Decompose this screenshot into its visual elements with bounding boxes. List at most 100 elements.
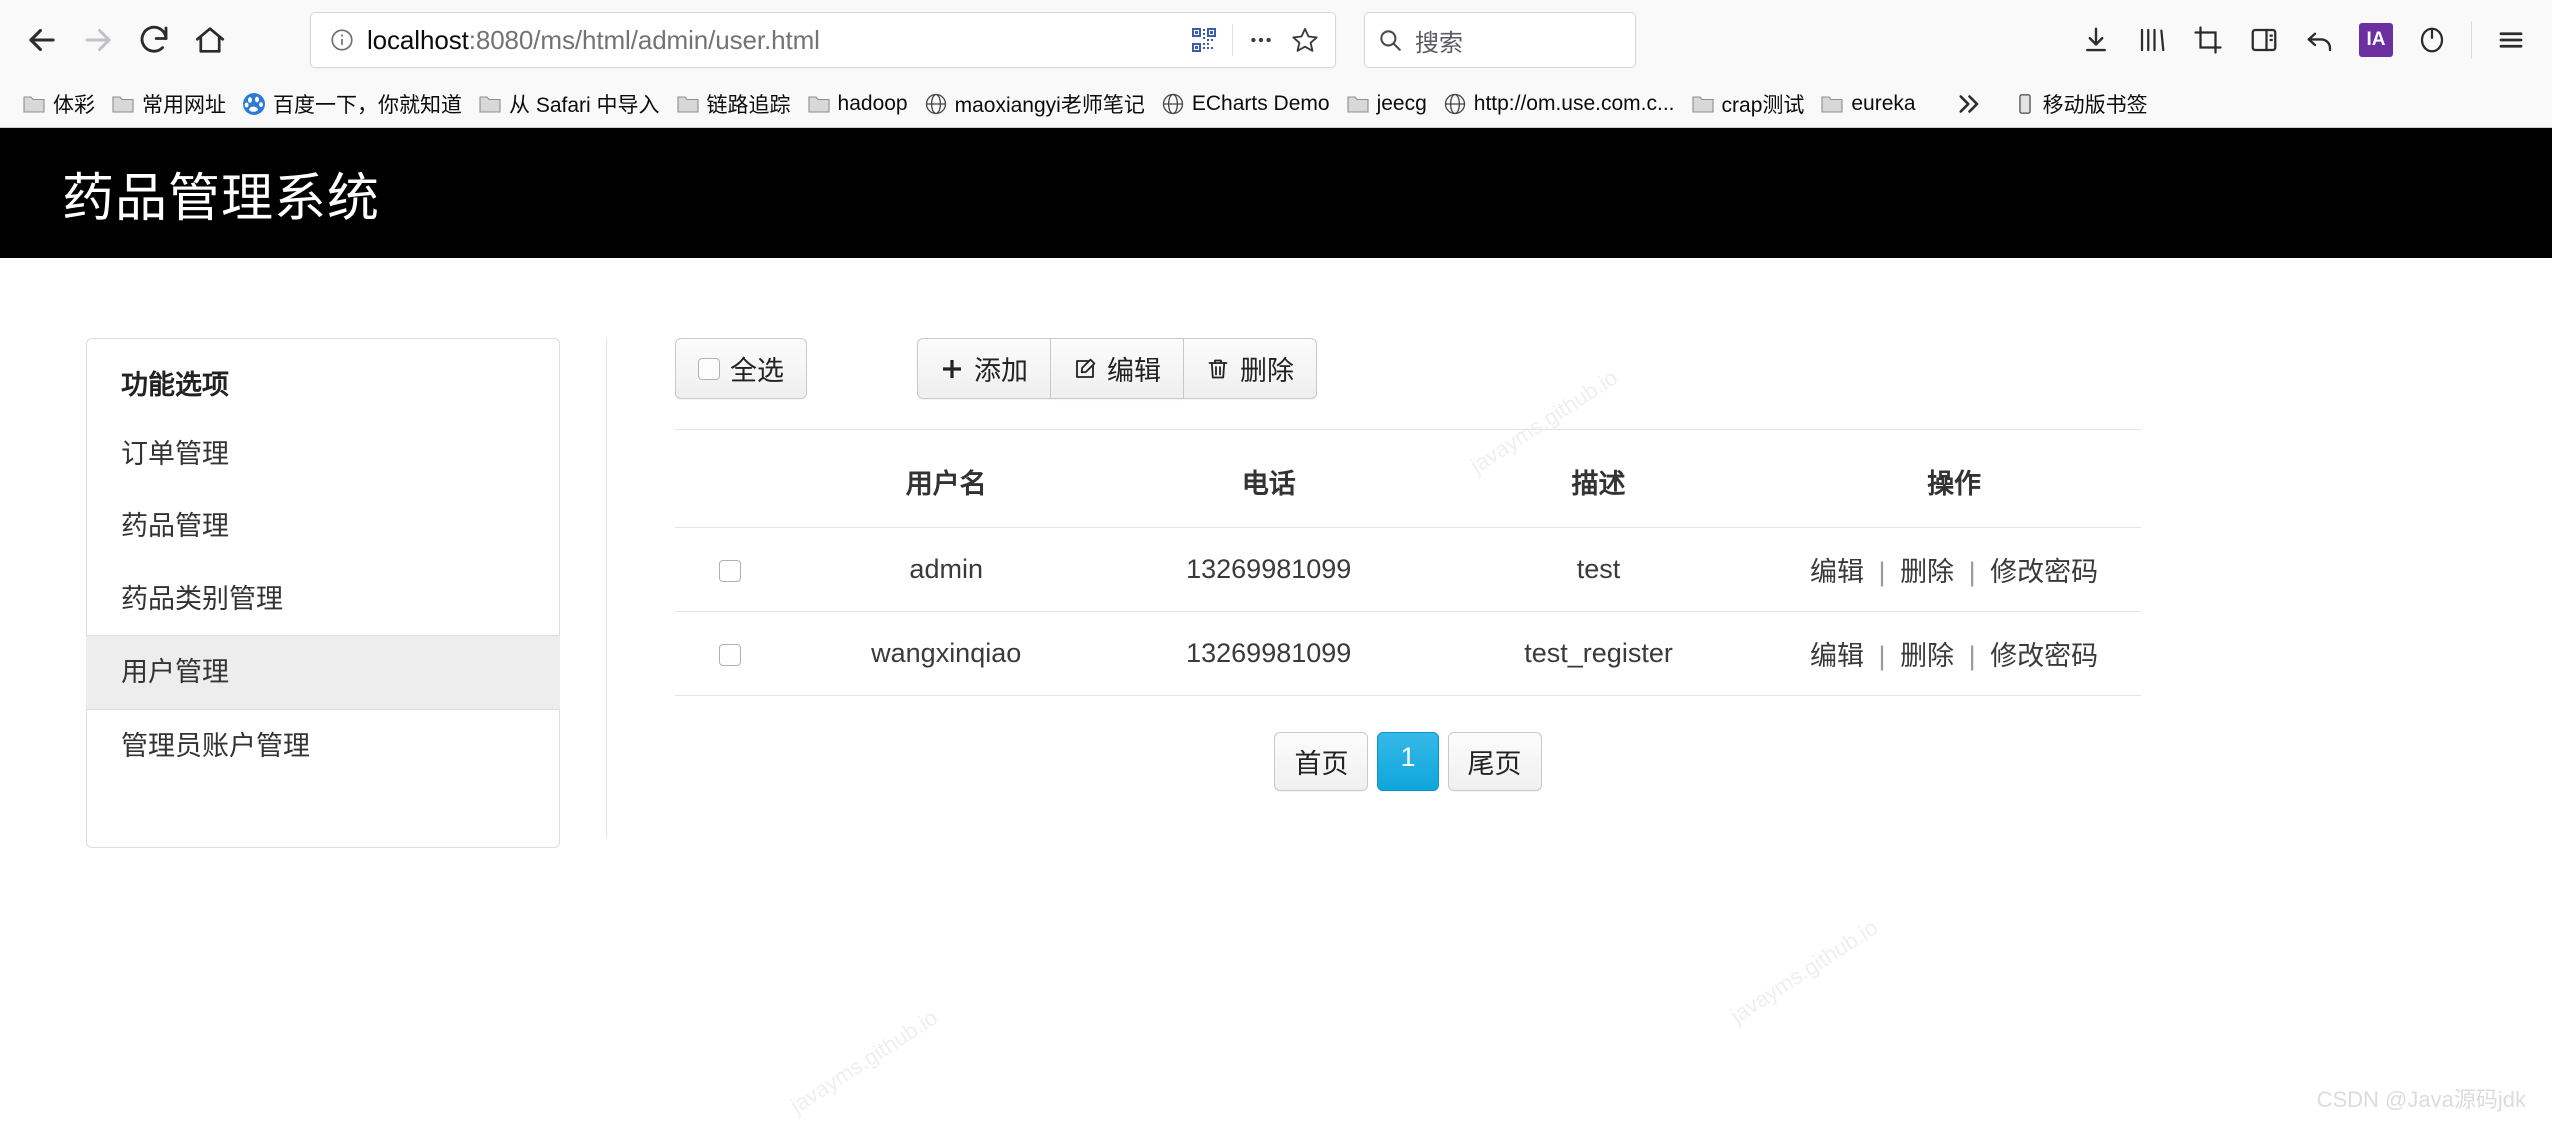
toolbar-divider <box>2471 21 2472 59</box>
main-panel: 全选 添加 编辑 <box>607 338 2307 848</box>
bookmark-star-icon[interactable] <box>1283 18 1327 62</box>
sidebar-item-label: 用户管理 <box>121 657 229 687</box>
bookmark-item[interactable]: 从 Safari 中导入 <box>470 85 668 123</box>
reload-button[interactable] <box>126 12 182 68</box>
add-button[interactable]: 添加 <box>917 338 1051 399</box>
mobile-device-icon <box>2014 93 2036 115</box>
column-header-checkbox <box>675 434 785 528</box>
csdn-credit: CSDN @Java源码jdk <box>2317 1082 2526 1114</box>
home-button[interactable] <box>182 12 238 68</box>
pagination-page-1[interactable]: 1 <box>1377 732 1438 791</box>
table-body: admin 13269981099 test 编辑 | 删除 | 修改密码 <box>675 528 2141 696</box>
row-change-password-link[interactable]: 修改密码 <box>1990 641 2098 671</box>
row-edit-link[interactable]: 编辑 <box>1810 557 1864 587</box>
undo-icon[interactable] <box>2293 13 2347 67</box>
row-delete-link[interactable]: 删除 <box>1900 557 1954 587</box>
page-title: 药品管理系统 <box>62 156 380 231</box>
url-bar[interactable]: localhost:8080/ms/html/admin/user.html <box>310 12 1336 68</box>
folder-icon <box>22 92 46 116</box>
sidebar-item-drug-category-management[interactable]: 药品类别管理 <box>87 563 559 636</box>
globe-icon <box>1161 92 1185 116</box>
bookmark-item[interactable]: hadoop <box>799 85 916 123</box>
search-input[interactable]: 搜索 <box>1403 23 1463 58</box>
op-separator: | <box>1872 641 1893 671</box>
url-path: :8080/ms/html/admin/user.html <box>469 25 820 55</box>
bookmark-label: 百度一下，你就知道 <box>273 89 462 119</box>
row-edit-link[interactable]: 编辑 <box>1810 641 1864 671</box>
bookmark-label: 常用网址 <box>142 89 226 119</box>
row-checkbox-cell[interactable] <box>675 612 785 696</box>
folder-icon <box>1691 92 1715 116</box>
library-icon[interactable] <box>2125 13 2179 67</box>
bookmark-item[interactable]: 常用网址 <box>103 85 234 123</box>
row-delete-link[interactable]: 删除 <box>1900 641 1954 671</box>
bookmark-item[interactable]: 体彩 <box>14 85 103 123</box>
bookmarks-bar: 体彩 常用网址 百度一下，你就知道 从 Safari <box>0 80 2552 128</box>
back-button[interactable] <box>14 12 70 68</box>
site-header: 药品管理系统 <box>0 128 2552 258</box>
bookmark-item[interactable]: crap测试 <box>1683 85 1813 123</box>
row-change-password-link[interactable]: 修改密码 <box>1990 557 2098 587</box>
account-icon[interactable] <box>2405 13 2459 67</box>
qr-code-icon[interactable] <box>1182 18 1226 62</box>
sidebar-item-drug-management[interactable]: 药品管理 <box>87 490 559 563</box>
sidebar-icon[interactable] <box>2237 13 2291 67</box>
sidebar-item-label: 订单管理 <box>121 439 229 469</box>
sidebar-item-order-management[interactable]: 订单管理 <box>87 418 559 491</box>
url-host: localhost <box>367 25 469 55</box>
select-all-label: 全选 <box>730 349 784 388</box>
bookmark-item[interactable]: 百度一下，你就知道 <box>234 85 470 123</box>
page-actions-icon[interactable] <box>1239 18 1283 62</box>
column-header-phone: 电话 <box>1107 434 1430 528</box>
select-all-button[interactable]: 全选 <box>675 338 807 399</box>
sidebar-item-label: 药品管理 <box>121 511 229 541</box>
row-checkbox[interactable] <box>719 560 741 582</box>
url-text[interactable]: localhost:8080/ms/html/admin/user.html <box>359 25 1182 56</box>
cell-username: admin <box>785 528 1108 612</box>
bookmark-item[interactable]: ECharts Demo <box>1153 85 1338 123</box>
watermark: javayms.github.io <box>786 1005 943 1119</box>
pagination-first-button[interactable]: 首页 <box>1274 732 1368 791</box>
edit-button[interactable]: 编辑 <box>1051 338 1184 399</box>
folder-icon <box>478 92 502 116</box>
bookmark-label: maoxiangyi老师笔记 <box>955 89 1145 119</box>
select-all-checkbox[interactable] <box>698 358 720 380</box>
bookmark-item[interactable]: eureka <box>1812 85 1923 123</box>
internet-archive-icon[interactable]: IA <box>2359 23 2393 57</box>
delete-label: 删除 <box>1240 349 1294 388</box>
mobile-bookmarks-label: 移动版书签 <box>2043 89 2148 119</box>
bookmark-item[interactable]: jeecg <box>1338 85 1435 123</box>
menu-icon[interactable] <box>2484 13 2538 67</box>
search-bar[interactable]: 搜索 <box>1364 12 1636 68</box>
row-checkbox-cell[interactable] <box>675 528 785 612</box>
cell-phone: 13269981099 <box>1107 612 1430 696</box>
chevron-double-right-icon[interactable] <box>1942 89 1992 119</box>
bookmark-item[interactable]: http://om.use.com.c... <box>1435 85 1683 123</box>
cell-phone: 13269981099 <box>1107 528 1430 612</box>
watermark: javayms.github.io <box>1726 915 1883 1029</box>
pagination-last-button[interactable]: 尾页 <box>1448 732 1542 791</box>
row-checkbox[interactable] <box>719 644 741 666</box>
screenshot-icon[interactable] <box>2181 13 2235 67</box>
urlbar-divider <box>1232 24 1233 56</box>
sidebar-item-label: 药品类别管理 <box>121 584 283 614</box>
globe-icon <box>924 92 948 116</box>
pencil-square-icon <box>1073 357 1097 381</box>
bookmark-item[interactable]: maoxiangyi老师笔记 <box>916 85 1153 123</box>
sidebar-item-admin-account-management[interactable]: 管理员账户管理 <box>87 710 559 783</box>
op-separator: | <box>1962 641 1983 671</box>
sidebar: 功能选项 订单管理 药品管理 药品类别管理 用户管理 管理员账户管理 <box>86 338 560 848</box>
trash-icon <box>1206 357 1230 381</box>
mobile-bookmarks-item[interactable]: 移动版书签 <box>2006 85 2156 123</box>
bookmark-label: hadoop <box>838 92 908 116</box>
downloads-icon[interactable] <box>2069 13 2123 67</box>
bookmark-item[interactable]: 链路追踪 <box>668 85 799 123</box>
site-info-icon[interactable] <box>325 23 359 57</box>
folder-icon <box>1820 92 1844 116</box>
delete-button[interactable]: 删除 <box>1184 338 1317 399</box>
column-header-operations: 操作 <box>1767 434 2141 528</box>
table-head: 用户名 电话 描述 操作 <box>675 434 2141 528</box>
sidebar-item-user-management[interactable]: 用户管理 <box>86 635 560 710</box>
page-content: javayms.github.io javayms.github.io java… <box>0 128 2552 1124</box>
forward-button[interactable] <box>70 12 126 68</box>
